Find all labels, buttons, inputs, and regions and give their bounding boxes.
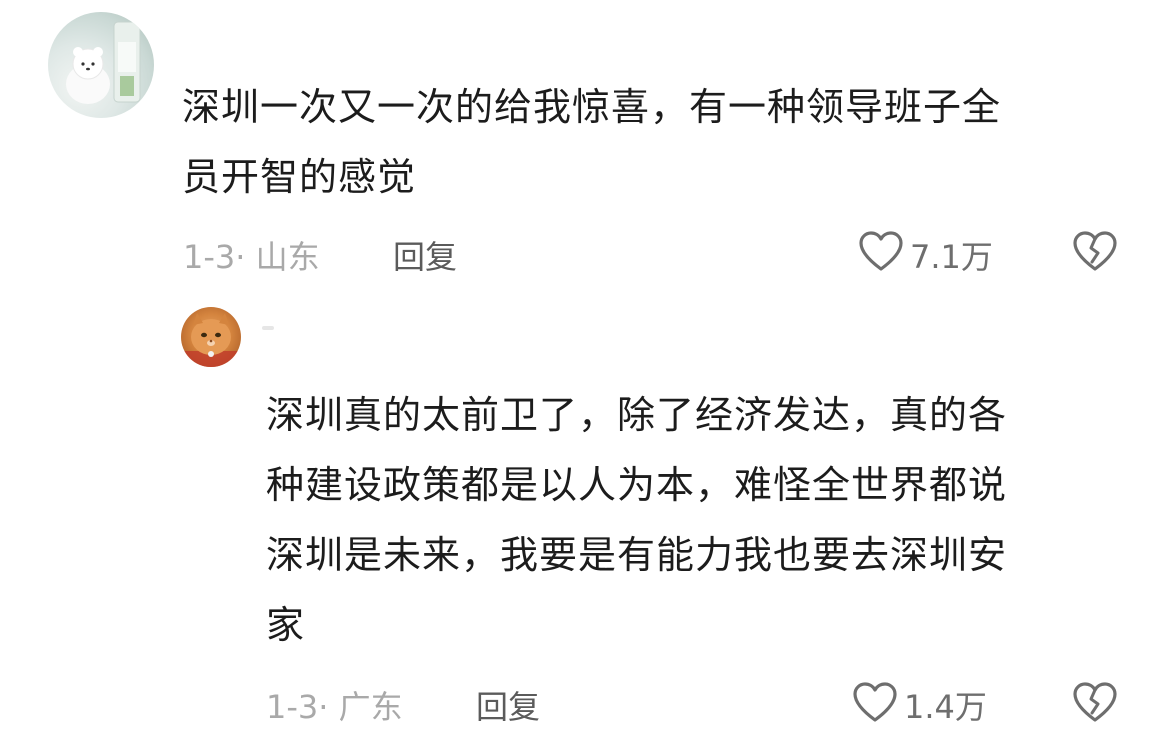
comment-text-line: 员开智的感觉	[182, 155, 417, 199]
broken-heart-icon[interactable]	[1072, 230, 1118, 272]
avatar-image	[66, 21, 141, 104]
like-count: 1.4万	[904, 688, 987, 726]
username-placeholder	[262, 326, 274, 330]
avatar-image	[181, 313, 241, 367]
comment-text: 深圳一次又一次的给我惊喜，有一种领导班子全 员开智的感觉	[182, 72, 1001, 212]
reply-button[interactable]: 回复	[393, 232, 457, 278]
reply-date-location: 1-3· 广东	[266, 688, 403, 726]
comment-text-line: 深圳一次又一次的给我惊喜，有一种领导班子全	[182, 85, 1002, 129]
comment-date-location: 1-3· 山东	[183, 238, 320, 276]
broken-heart-icon[interactable]	[1072, 681, 1118, 723]
avatar[interactable]	[181, 307, 241, 367]
reply-text-line: 种建设政策都是以人为本，难怪全世界都说	[266, 463, 1008, 507]
reply-text-line: 家	[266, 603, 306, 647]
reply-text: 深圳真的太前卫了，除了经济发达，真的各 种建设政策都是以人为本，难怪全世界都说 …	[266, 380, 1007, 660]
heart-outline-icon[interactable]	[858, 230, 904, 272]
avatar[interactable]	[48, 12, 154, 118]
like-count: 7.1万	[910, 238, 993, 276]
reply-text-line: 深圳是未来，我要是有能力我也要去深圳安	[266, 533, 1008, 577]
heart-outline-icon[interactable]	[852, 681, 898, 723]
reply-text-line: 深圳真的太前卫了，除了经济发达，真的各	[266, 393, 1008, 437]
reply-button[interactable]: 回复	[476, 682, 540, 728]
